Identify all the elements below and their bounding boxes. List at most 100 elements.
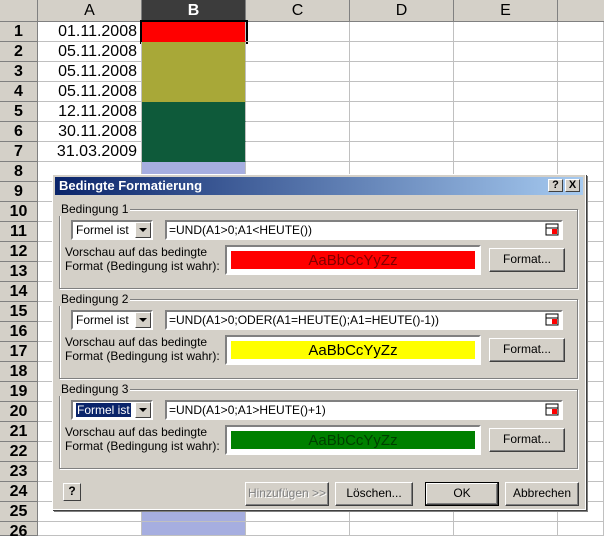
cell[interactable] xyxy=(454,82,558,102)
cell[interactable] xyxy=(350,142,454,162)
cell[interactable] xyxy=(558,42,604,62)
condition-2-formula-input[interactable]: =UND(A1>0;ODER(A1=HEUTE();A1=HEUTE()-1)) xyxy=(165,310,563,330)
column-header-c[interactable]: C xyxy=(246,0,350,22)
cell-b[interactable] xyxy=(142,42,246,62)
cell-b[interactable] xyxy=(142,62,246,82)
cell[interactable] xyxy=(246,62,350,82)
cell[interactable] xyxy=(246,102,350,122)
column-header-a[interactable]: A xyxy=(38,0,142,22)
preview-label-line-2: Format (Bedingung ist wahr): xyxy=(65,259,220,273)
cell[interactable] xyxy=(350,102,454,122)
cell-b[interactable] xyxy=(142,122,246,142)
cell[interactable] xyxy=(558,22,604,42)
row-header[interactable]: 5 xyxy=(0,102,38,122)
row-header[interactable]: 15 xyxy=(0,302,38,322)
cell[interactable] xyxy=(558,102,604,122)
add-button[interactable]: Hinzufügen >> xyxy=(245,482,329,506)
column-header-f[interactable] xyxy=(558,0,604,22)
condition-2-format-button[interactable]: Format... xyxy=(489,338,565,362)
cancel-button[interactable]: Abbrechen xyxy=(505,482,579,506)
row-header[interactable]: 25 xyxy=(0,502,38,522)
cell[interactable] xyxy=(558,82,604,102)
cell[interactable] xyxy=(558,122,604,142)
cell-date[interactable]: 05.11.2008 xyxy=(38,62,142,82)
cell[interactable] xyxy=(454,42,558,62)
row-header[interactable]: 10 xyxy=(0,202,38,222)
condition-1-type-select[interactable]: Formel ist xyxy=(71,220,153,240)
row-header[interactable]: 14 xyxy=(0,282,38,302)
row-header[interactable]: 8 xyxy=(0,162,38,182)
chevron-down-icon[interactable] xyxy=(135,402,151,418)
row-header[interactable]: 21 xyxy=(0,422,38,442)
condition-3-formula-input[interactable]: =UND(A1>0;A1>HEUTE()+1) xyxy=(165,400,563,420)
chevron-down-icon[interactable] xyxy=(135,312,151,328)
help-title-button[interactable]: ? xyxy=(548,179,563,192)
condition-3-format-button[interactable]: Format... xyxy=(489,428,565,452)
cell[interactable] xyxy=(454,22,558,42)
condition-1-format-button[interactable]: Format... xyxy=(489,248,565,272)
cell[interactable] xyxy=(454,102,558,122)
cell[interactable] xyxy=(350,42,454,62)
condition-2-type-select[interactable]: Formel ist xyxy=(71,310,153,330)
row-header[interactable]: 9 xyxy=(0,182,38,202)
cell-b[interactable] xyxy=(140,20,248,44)
row-header[interactable]: 22 xyxy=(0,442,38,462)
cell[interactable] xyxy=(350,122,454,142)
cell[interactable] xyxy=(246,82,350,102)
condition-1-formula-input[interactable]: =UND(A1>0;A1<HEUTE()) xyxy=(165,220,563,240)
cell-date[interactable]: 31.03.2009 xyxy=(38,142,142,162)
row-header[interactable]: 23 xyxy=(0,462,38,482)
row-header[interactable]: 20 xyxy=(0,402,38,422)
cell[interactable] xyxy=(558,142,604,162)
cell[interactable] xyxy=(246,122,350,142)
cell-b[interactable] xyxy=(142,142,246,162)
cell[interactable] xyxy=(454,122,558,142)
row-header[interactable]: 19 xyxy=(0,382,38,402)
row-header[interactable]: 11 xyxy=(0,222,38,242)
cell-date[interactable]: 05.11.2008 xyxy=(38,82,142,102)
condition-1-formula-value: =UND(A1>0;A1<HEUTE()) xyxy=(169,223,313,237)
condition-3-type-select[interactable]: Formel ist xyxy=(71,400,153,420)
cell[interactable] xyxy=(350,62,454,82)
range-select-icon[interactable] xyxy=(545,223,559,236)
cell-b[interactable] xyxy=(142,82,246,102)
select-all-corner[interactable] xyxy=(0,0,38,22)
cell-date[interactable]: 30.11.2008 xyxy=(38,122,142,142)
column-header-e[interactable]: E xyxy=(454,0,558,22)
row-header[interactable]: 18 xyxy=(0,362,38,382)
cell[interactable] xyxy=(350,82,454,102)
column-header-b[interactable]: B xyxy=(142,0,246,22)
row-header[interactable]: 2 xyxy=(0,42,38,62)
range-select-icon[interactable] xyxy=(545,313,559,326)
condition-2-label: Bedingung 2 xyxy=(59,292,131,306)
row-header[interactable]: 17 xyxy=(0,342,38,362)
cell[interactable] xyxy=(246,22,350,42)
delete-button[interactable]: Löschen... xyxy=(335,482,413,506)
cell-b[interactable] xyxy=(142,102,246,122)
row-header[interactable]: 4 xyxy=(0,82,38,102)
dialog-titlebar[interactable]: Bedingte Formatierung ? X xyxy=(55,177,583,195)
ok-button[interactable]: OK xyxy=(425,482,499,506)
range-select-icon[interactable] xyxy=(545,403,559,416)
cell-date[interactable]: 01.11.2008 xyxy=(38,22,142,42)
cell[interactable] xyxy=(246,142,350,162)
row-header[interactable]: 3 xyxy=(0,62,38,82)
cell[interactable] xyxy=(558,62,604,82)
cell[interactable] xyxy=(454,142,558,162)
column-header-d[interactable]: D xyxy=(350,0,454,22)
cell-date[interactable]: 05.11.2008 xyxy=(38,42,142,62)
row-header[interactable]: 7 xyxy=(0,142,38,162)
row-header[interactable]: 6 xyxy=(0,122,38,142)
close-button[interactable]: X xyxy=(565,179,580,192)
chevron-down-icon[interactable] xyxy=(135,222,151,238)
row-header[interactable]: 1 xyxy=(0,22,38,42)
help-icon[interactable]: ? xyxy=(63,483,81,501)
row-header[interactable]: 12 xyxy=(0,242,38,262)
cell[interactable] xyxy=(454,62,558,82)
row-header[interactable]: 13 xyxy=(0,262,38,282)
row-header[interactable]: 24 xyxy=(0,482,38,502)
cell[interactable] xyxy=(350,22,454,42)
row-header[interactable]: 16 xyxy=(0,322,38,342)
cell[interactable] xyxy=(246,42,350,62)
cell-date[interactable]: 12.11.2008 xyxy=(38,102,142,122)
